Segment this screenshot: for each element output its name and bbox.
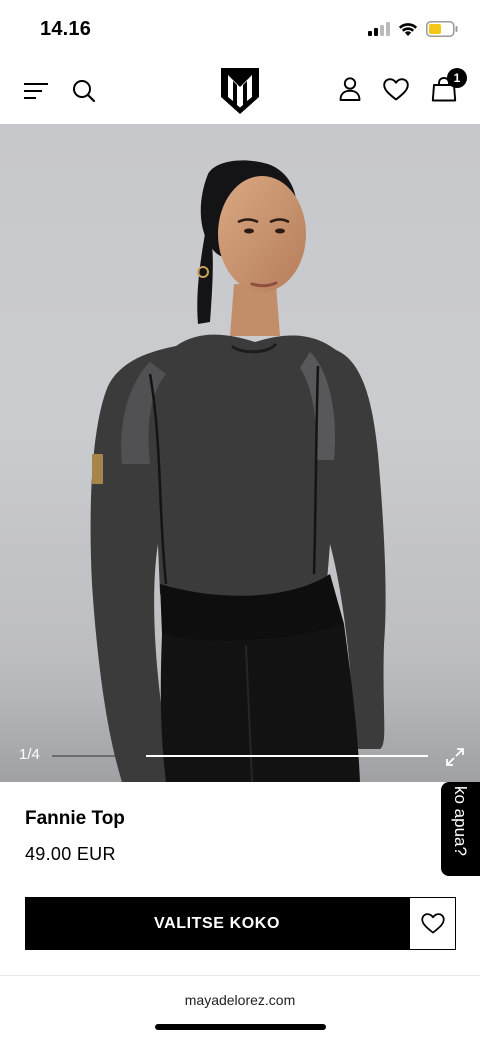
wifi-icon [398, 22, 418, 36]
menu-icon[interactable] [22, 77, 50, 105]
site-header: 1 [0, 58, 480, 124]
product-price: 49.00 EUR [25, 844, 116, 864]
product-photo [0, 160, 480, 782]
signal-icon [368, 22, 390, 36]
gallery-progress-fill [146, 755, 428, 757]
product-name: Fannie Top [25, 808, 125, 829]
status-bar: 14.16 [0, 0, 480, 58]
search-icon[interactable] [70, 77, 98, 105]
size-help-tab[interactable]: ko apua? [441, 782, 480, 876]
browser-address-bar[interactable]: mayadelorez.com [0, 975, 480, 1039]
url-text[interactable]: mayadelorez.com [0, 992, 480, 1008]
slide-counter: 1/4 [19, 746, 40, 763]
product-image-gallery[interactable]: 1/4 [0, 124, 480, 782]
battery-icon [426, 21, 458, 37]
home-indicator[interactable] [155, 1024, 326, 1030]
heart-icon [420, 913, 445, 934]
select-size-button[interactable]: VALITSE KOKO [25, 897, 409, 950]
status-time: 14.16 [40, 18, 92, 40]
cart-count: 1 [453, 71, 461, 85]
cart-badge: 1 [447, 68, 467, 88]
size-help-label: ko apua? [451, 786, 470, 856]
expand-icon[interactable] [444, 746, 466, 768]
brand-logo[interactable] [219, 66, 261, 116]
heart-icon[interactable] [382, 75, 410, 103]
add-to-wishlist-button[interactable] [409, 897, 456, 950]
account-icon[interactable] [336, 75, 364, 103]
gallery-progress [52, 755, 428, 757]
status-icons [368, 21, 458, 37]
